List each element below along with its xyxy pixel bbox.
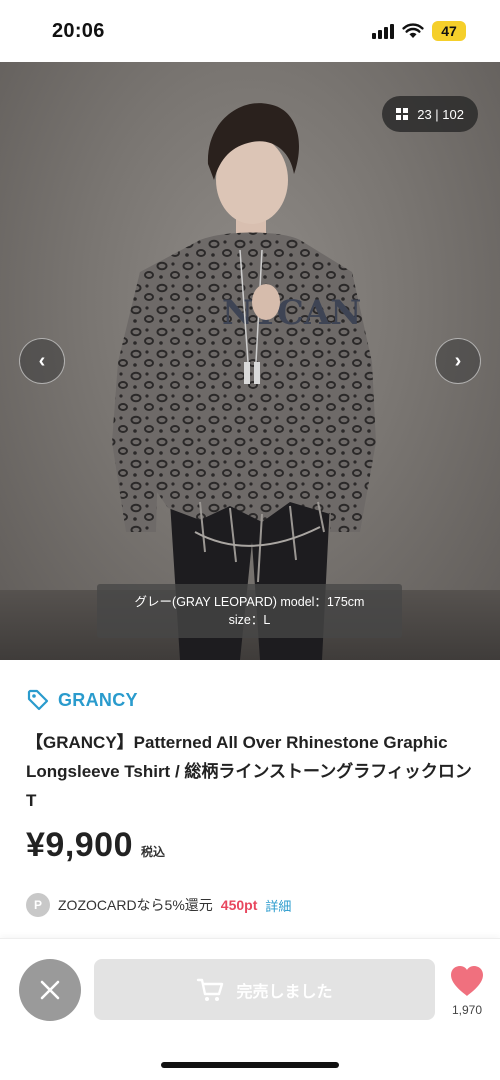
tax-label: 税込: [141, 845, 166, 859]
chevron-right-icon: ›: [454, 349, 462, 372]
model-figure: NYCAN: [112, 103, 376, 660]
action-bar: 完売しました 1,970: [0, 938, 500, 1080]
points-text: ZOZOCARDなら5%還元: [58, 897, 213, 913]
soldout-button[interactable]: 完売しました: [94, 959, 435, 1020]
prev-image-button[interactable]: ‹: [19, 338, 65, 384]
chevron-left-icon: ‹: [38, 349, 46, 372]
grid-icon: [396, 108, 409, 120]
soldout-label: 完売しました: [236, 983, 333, 1001]
product-image[interactable]: NYCAN 23 | 102 ‹ › グレー(GRAY LEOPARD) mod…: [0, 62, 500, 660]
caption-size: size：L: [228, 613, 271, 627]
price-row: ¥9,900 税込: [26, 826, 165, 865]
product-title: 【GRANCY】Patterned All Over Rhinestone Gr…: [26, 733, 472, 810]
brand-link[interactable]: GRANCY: [26, 688, 138, 712]
heart-icon: [451, 966, 483, 996]
battery-indicator: 47: [432, 21, 466, 41]
points-value: 450pt: [220, 897, 258, 913]
points-badge-icon: P: [26, 893, 50, 917]
points-details-link[interactable]: 詳細: [265, 896, 291, 915]
points-row: P ZOZOCARDなら5%還元 450pt 詳細: [26, 893, 291, 917]
brand-name: GRANCY: [58, 689, 138, 710]
status-bar: 20:06 47: [0, 0, 500, 62]
status-indicators: 47: [372, 21, 466, 41]
favorite-count: 1,970: [451, 1003, 483, 1017]
image-counter[interactable]: 23 | 102: [382, 96, 478, 132]
price: ¥9,900: [26, 826, 133, 864]
image-counter-text: 23 | 102: [417, 106, 464, 122]
caption-color-model: グレー(GRAY LEOPARD) model：175cm: [134, 595, 365, 609]
signal-icon: [372, 23, 394, 39]
wifi-icon: [402, 23, 424, 38]
close-button[interactable]: [19, 959, 81, 1021]
tag-icon: [27, 689, 49, 711]
home-indicator[interactable]: [161, 1062, 339, 1068]
status-time: 20:06: [52, 19, 105, 42]
favorite-button[interactable]: 1,970: [446, 965, 488, 1017]
image-caption: グレー(GRAY LEOPARD) model：175cm size：L: [97, 584, 402, 638]
close-icon: [40, 980, 60, 1000]
cart-icon: [197, 978, 224, 1001]
next-image-button[interactable]: ›: [435, 338, 481, 384]
